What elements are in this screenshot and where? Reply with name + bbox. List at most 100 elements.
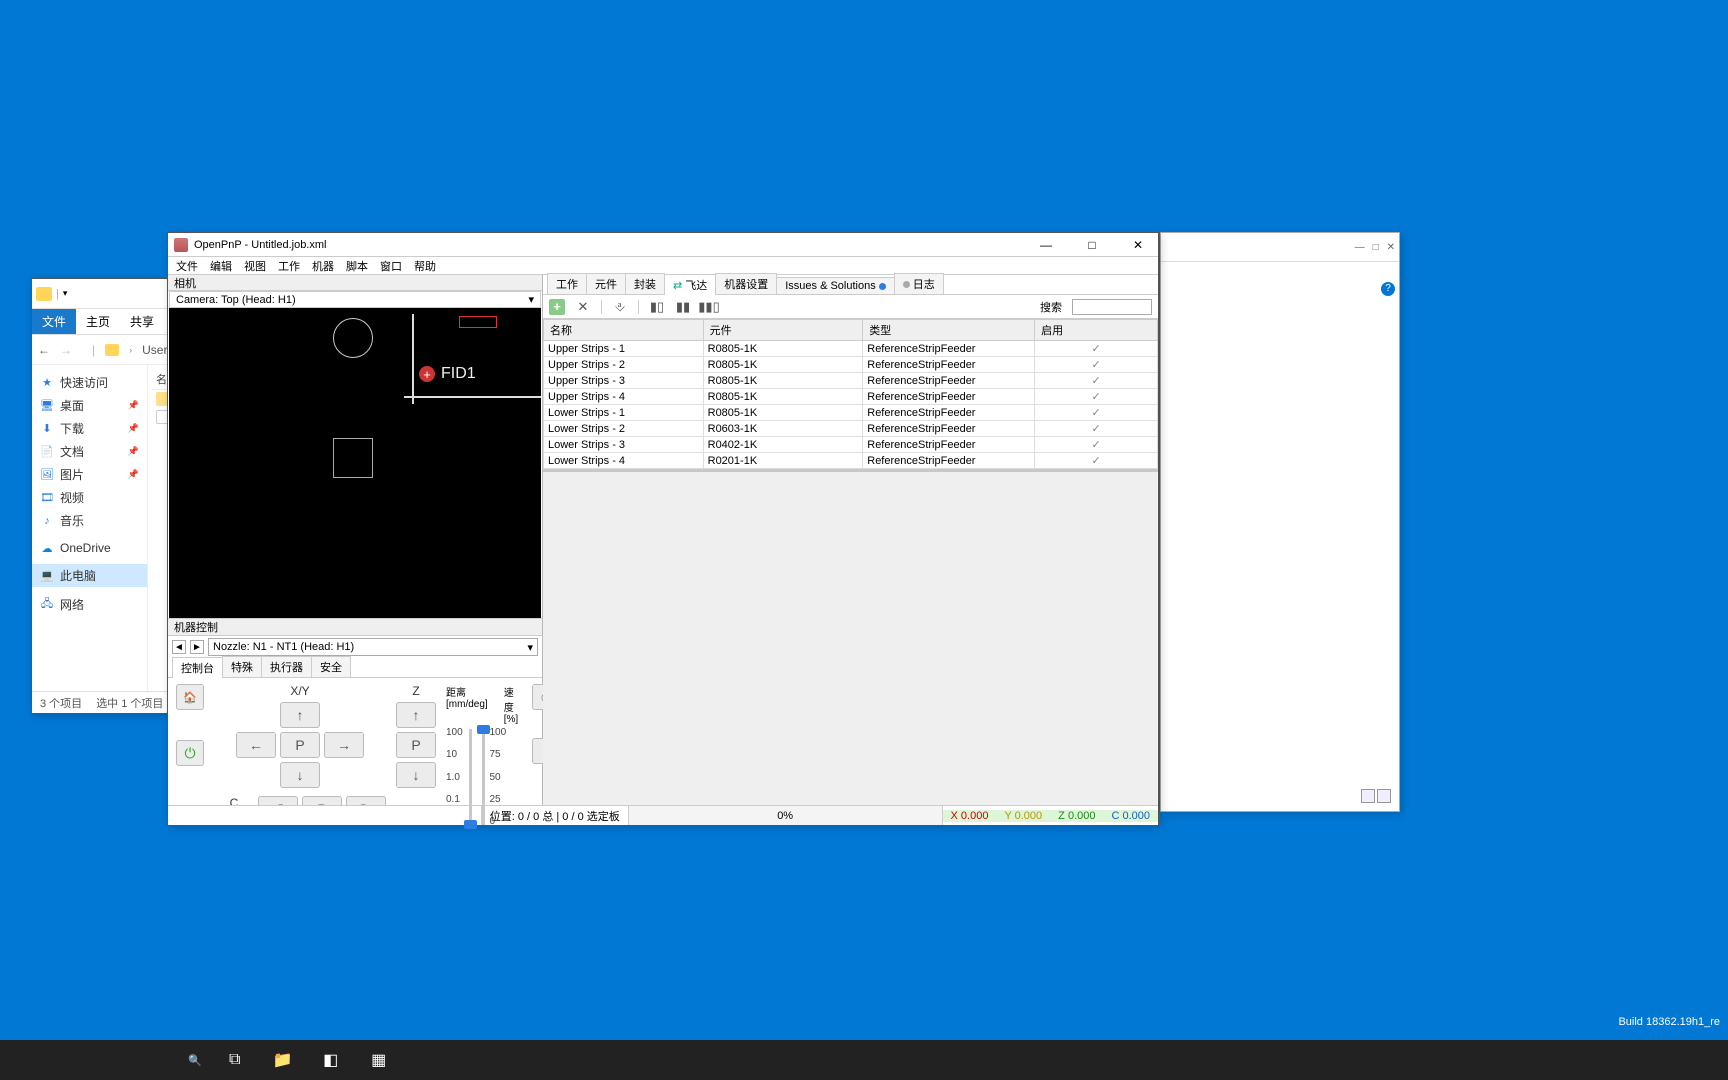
table-row[interactable]: Upper Strips - 2R0805-1KReferenceStripFe… (544, 357, 1158, 373)
sidebar-this-pc[interactable]: 💻此电脑 (32, 564, 147, 587)
table-row[interactable]: Lower Strips - 3R0402-1KReferenceStripFe… (544, 437, 1158, 453)
jog-xy-park[interactable]: P (280, 732, 320, 758)
add-feeder-button[interactable]: + (549, 299, 565, 315)
issues-indicator-icon (879, 283, 886, 290)
nav-back[interactable]: ← (38, 343, 50, 357)
speed-slider[interactable] (482, 727, 485, 827)
minimize-icon[interactable]: — (1355, 242, 1365, 253)
tab-machine-settings[interactable]: 机器设置 (715, 273, 777, 294)
close-icon[interactable]: ✕ (1387, 242, 1395, 253)
mc-tab-control[interactable]: 控制台 (172, 657, 223, 678)
tab-issues[interactable]: Issues & Solutions (776, 277, 895, 294)
mc-tab-actuator[interactable]: 执行器 (261, 656, 312, 677)
table-row[interactable]: Lower Strips - 2R0603-1KReferenceStripFe… (544, 421, 1158, 437)
taskbar-app2[interactable]: ▦ (356, 1040, 402, 1080)
sidebar-network[interactable]: 🖧网络 (32, 593, 147, 616)
ribbon-share[interactable]: 共享 (120, 309, 164, 334)
table-row[interactable]: Upper Strips - 1R0805-1KReferenceStripFe… (544, 341, 1158, 357)
menu-file[interactable]: 文件 (176, 258, 198, 274)
nozzle-next[interactable]: ► (190, 640, 204, 654)
path-folder-icon (105, 344, 119, 356)
sidebar-videos[interactable]: 🎞视频 (32, 486, 147, 509)
maximize-button[interactable]: □ (1078, 238, 1106, 252)
sidebar-documents[interactable]: 📄文档📌 (32, 440, 147, 463)
openpnp-window: OpenPnP - Untitled.job.xml — □ ✕ 文件 编辑 视… (167, 232, 1159, 826)
status-c: C 0.000 (1111, 810, 1150, 822)
java-icon (174, 238, 188, 252)
jog-y-minus[interactable]: ↓ (280, 762, 320, 788)
menu-job[interactable]: 工作 (278, 258, 300, 274)
menu-help[interactable]: 帮助 (414, 258, 436, 274)
table-row[interactable]: Lower Strips - 1R0805-1KReferenceStripFe… (544, 405, 1158, 421)
ribbon-home[interactable]: 主页 (76, 309, 120, 334)
col-type[interactable]: 类型 (863, 320, 1035, 341)
dropdown-icon[interactable]: ▾ (63, 288, 68, 299)
jog-z-plus[interactable]: ↑ (396, 702, 436, 728)
table-row[interactable]: Upper Strips - 4R0805-1KReferenceStripFe… (544, 389, 1158, 405)
menu-edit[interactable]: 编辑 (210, 258, 232, 274)
search-input[interactable] (1072, 299, 1152, 315)
menu-script[interactable]: 脚本 (346, 258, 368, 274)
pcb-edge-v (412, 314, 414, 404)
tab-job[interactable]: 工作 (547, 273, 587, 294)
pick-button[interactable]: ▮▯ (649, 299, 665, 315)
dist-10: 10 (446, 749, 457, 760)
speed-25: 25 (489, 794, 500, 805)
jog-x-minus[interactable]: ← (236, 732, 276, 758)
sidebar-onedrive[interactable]: ☁OneDrive (32, 538, 147, 558)
position-tool-button[interactable]: ▮▮▯ (701, 299, 717, 315)
ribbon-file[interactable]: 文件 (32, 309, 76, 334)
jog-y-plus[interactable]: ↑ (280, 702, 320, 728)
delete-feeder-button[interactable]: ✕ (575, 299, 591, 315)
close-button[interactable]: ✕ (1124, 238, 1152, 252)
tab-feeders[interactable]: ⇄飞达 (664, 274, 716, 295)
taskbar-search[interactable]: 🔍 (180, 1040, 210, 1080)
view-details-icon[interactable] (1361, 789, 1375, 803)
jog-x-plus[interactable]: → (324, 732, 364, 758)
power-button[interactable]: ⏻ (176, 740, 204, 766)
dist-100: 100 (446, 727, 463, 738)
tab-log[interactable]: 日志 (894, 273, 944, 294)
camera-select[interactable]: Camera: Top (Head: H1)▾ (169, 291, 541, 308)
sidebar-pictures[interactable]: 🖼图片📌 (32, 463, 147, 486)
menu-machine[interactable]: 机器 (312, 258, 334, 274)
camera-view[interactable]: + FID1 (169, 308, 541, 618)
col-enabled[interactable]: 启用 (1035, 320, 1158, 341)
col-part[interactable]: 元件 (703, 320, 863, 341)
taskbar[interactable]: 🔍 ⧉ 📁 ◧ ▦ (0, 1040, 1728, 1080)
mc-tab-safety[interactable]: 安全 (311, 656, 351, 677)
help-icon[interactable]: ? (1381, 282, 1395, 296)
menu-window[interactable]: 窗口 (380, 258, 402, 274)
distance-label: 距离[mm/deg] (446, 684, 488, 725)
jog-z-park[interactable]: P (396, 732, 436, 758)
table-row[interactable]: Upper Strips - 3R0805-1KReferenceStripFe… (544, 373, 1158, 389)
maximize-icon[interactable]: □ (1373, 242, 1379, 253)
tab-packages[interactable]: 封装 (625, 273, 665, 294)
taskbar-explorer[interactable]: 📁 (260, 1040, 306, 1080)
taskbar-app[interactable]: ◧ (308, 1040, 354, 1080)
mc-tab-special[interactable]: 特殊 (222, 656, 262, 677)
col-name[interactable]: 名称 (544, 320, 704, 341)
jog-z-minus[interactable]: ↓ (396, 762, 436, 788)
feed-button[interactable]: ⎀ (612, 299, 628, 315)
sidebar-music[interactable]: ♪音乐 (32, 509, 147, 532)
position-camera-button[interactable]: ▮▮ (675, 299, 691, 315)
view-icons-icon[interactable] (1377, 789, 1391, 803)
minimize-button[interactable]: — (1032, 238, 1060, 252)
search-label: 搜索 (1040, 299, 1062, 315)
feeders-table[interactable]: 名称 元件 类型 启用 Upper Strips - 1R0805-1KRefe… (543, 319, 1158, 469)
dist-1: 1.0 (446, 772, 460, 783)
nav-forward[interactable]: → (60, 343, 72, 357)
sidebar-desktop[interactable]: 🖥桌面📌 (32, 394, 147, 417)
sidebar-downloads[interactable]: ⬇下载📌 (32, 417, 147, 440)
tab-parts[interactable]: 元件 (586, 273, 626, 294)
nozzle-select[interactable]: Nozzle: N1 - NT1 (Head: H1)▾ (208, 638, 538, 656)
status-progress: 0% (629, 806, 943, 825)
menu-view[interactable]: 视图 (244, 258, 266, 274)
sidebar-quick-access[interactable]: ★快速访问 (32, 371, 147, 394)
home-button[interactable]: 🏠 (176, 684, 204, 710)
nozzle-prev[interactable]: ◄ (172, 640, 186, 654)
distance-slider[interactable] (469, 727, 472, 827)
taskbar-task-view[interactable]: ⧉ (212, 1040, 258, 1080)
table-row[interactable]: Lower Strips - 4R0201-1KReferenceStripFe… (544, 453, 1158, 469)
